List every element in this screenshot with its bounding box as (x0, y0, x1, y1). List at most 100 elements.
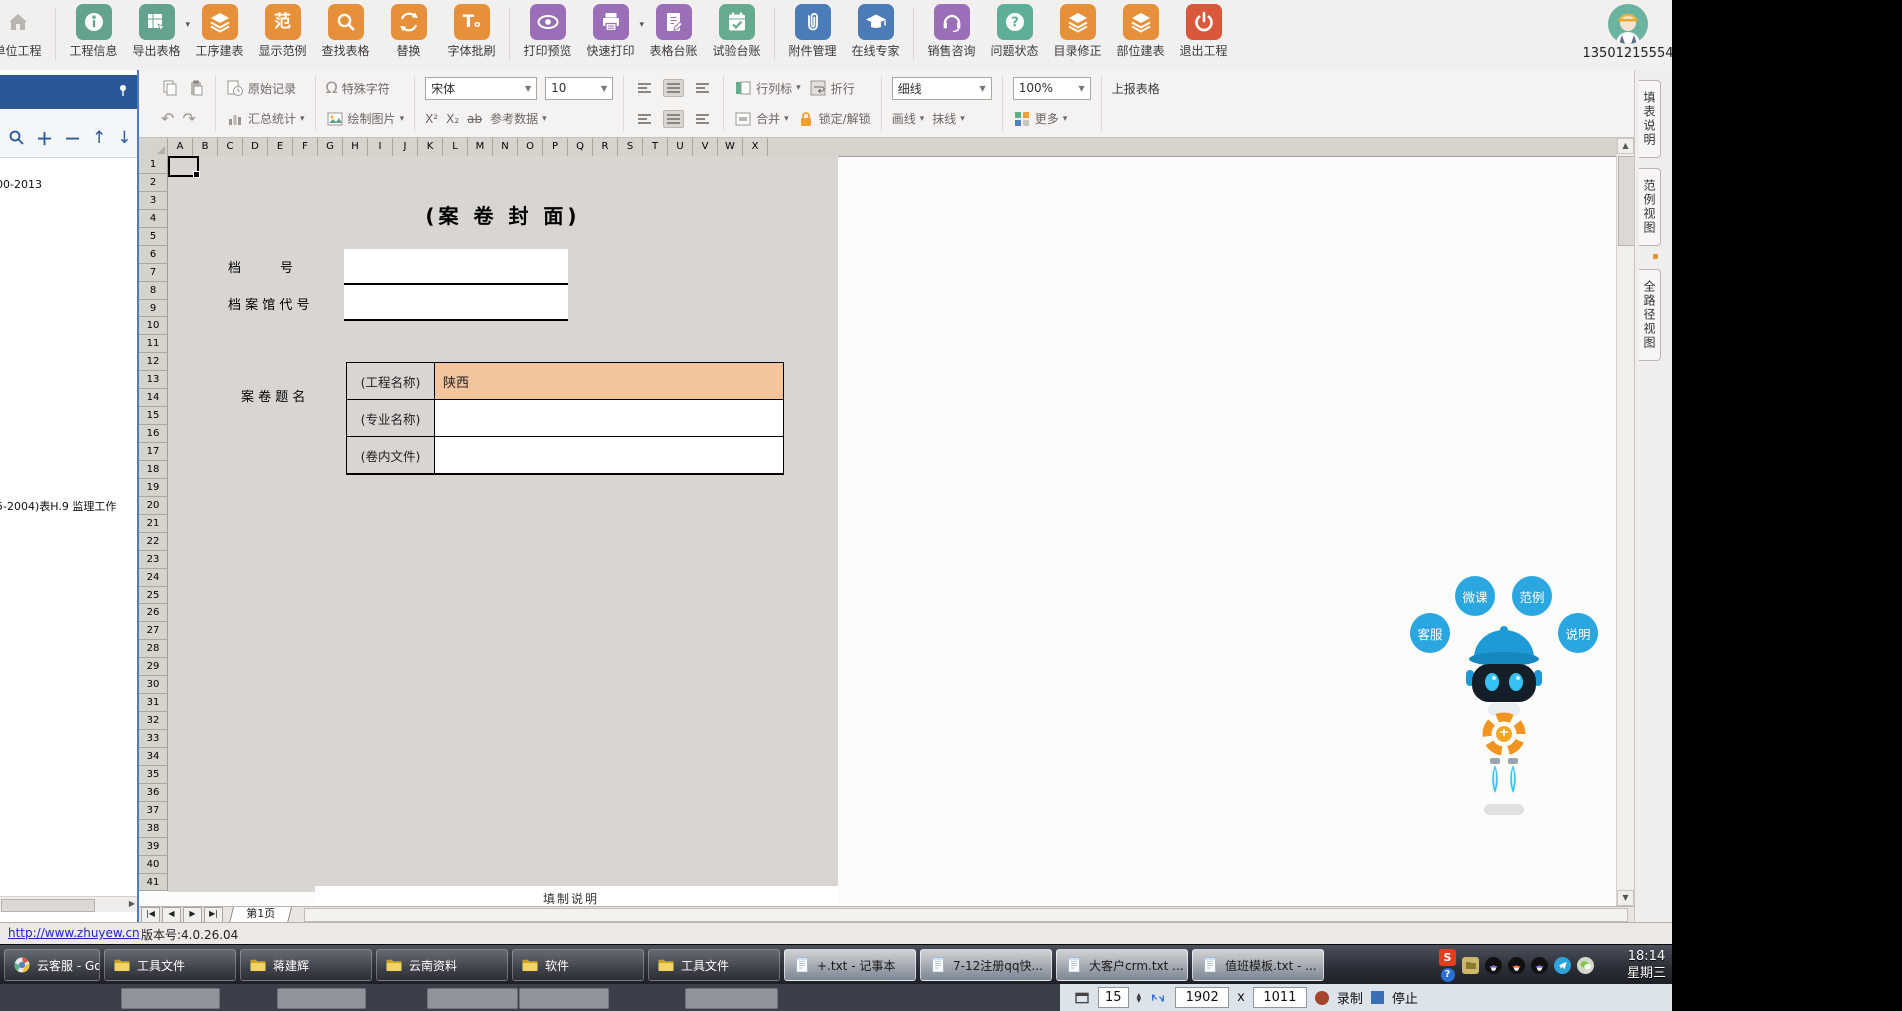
align-left-button[interactable] (634, 110, 655, 128)
row-header-7[interactable]: 7 (139, 264, 168, 282)
row-header-17[interactable]: 17 (139, 443, 168, 461)
column-header-V[interactable]: V (693, 138, 718, 156)
row-headers[interactable]: 1234567891011121314151617181920212223242… (139, 156, 168, 891)
qq-tray-icon[interactable] (1531, 957, 1548, 974)
column-header-O[interactable]: O (518, 138, 543, 156)
pin-icon[interactable] (115, 83, 131, 99)
row-header-30[interactable]: 30 (139, 676, 168, 694)
folder-tray-icon[interactable] (1462, 957, 1479, 974)
inner-files-cell[interactable] (435, 437, 783, 473)
prev-sheet-button[interactable]: ◀ (162, 907, 181, 923)
merge-cells-button[interactable]: 合并▾ (734, 110, 789, 128)
row-header-27[interactable]: 27 (139, 622, 168, 640)
scrollbar-thumb[interactable] (1, 899, 95, 912)
move-down-icon[interactable]: ↓ (117, 128, 131, 148)
quick-print-button[interactable]: 快速打印▾ (579, 4, 642, 59)
row-header-34[interactable]: 34 (139, 748, 168, 766)
taskbar-button[interactable]: 云南资料 (376, 949, 508, 981)
tab-fullpath-view[interactable]: 全路径视图 (1639, 269, 1661, 361)
column-header-T[interactable]: T (643, 138, 668, 156)
font-size-select[interactable]: 10▼ (545, 77, 613, 100)
row-header-20[interactable]: 20 (139, 497, 168, 515)
row-header-26[interactable]: 26 (139, 604, 168, 622)
row-header-32[interactable]: 32 (139, 712, 168, 730)
original-record-button[interactable]: 原始记录 (226, 74, 305, 102)
stop-icon[interactable] (1371, 991, 1384, 1004)
redo-button[interactable]: ↷ (182, 111, 195, 127)
taskbar-button[interactable]: 工具文件 (104, 949, 236, 981)
row-header-3[interactable]: 3 (139, 192, 168, 210)
column-header-K[interactable]: K (418, 138, 443, 156)
bubble-micro-course[interactable]: 微课 (1455, 576, 1495, 616)
row-header-2[interactable]: 2 (139, 174, 168, 192)
row-header-36[interactable]: 36 (139, 784, 168, 802)
column-header-H[interactable]: H (343, 138, 368, 156)
window-thumb[interactable] (519, 988, 609, 1009)
row-header-9[interactable]: 9 (139, 300, 168, 318)
row-header-29[interactable]: 29 (139, 658, 168, 676)
column-header-L[interactable]: L (443, 138, 468, 156)
issue-status-button[interactable]: ?问题状态 (983, 4, 1046, 59)
align-top-button[interactable] (634, 79, 655, 97)
row-header-41[interactable]: 41 (139, 874, 168, 892)
column-header-J[interactable]: J (393, 138, 418, 156)
column-header-U[interactable]: U (668, 138, 693, 156)
taskbar-button[interactable]: 值班模板.txt - ... (1192, 949, 1324, 981)
row-header-22[interactable]: 22 (139, 533, 168, 551)
row-header-6[interactable]: 6 (139, 246, 168, 264)
superscript-button[interactable]: X² (425, 112, 438, 126)
bubble-help[interactable]: 说明 (1558, 613, 1598, 653)
scrollbar-thumb[interactable] (1618, 156, 1634, 246)
collapse-icon[interactable]: － (64, 125, 81, 150)
capture-height[interactable]: 1011 (1253, 987, 1307, 1008)
row-header-40[interactable]: 40 (139, 856, 168, 874)
report-table-button[interactable]: 上报表格 (1112, 80, 1160, 97)
line-style-select[interactable]: 细线▼ (892, 77, 992, 100)
row-header-18[interactable]: 18 (139, 461, 168, 479)
unit-project-button[interactable]: 单位工程 (0, 4, 49, 59)
selected-cell-a1[interactable] (168, 156, 199, 177)
first-sheet-button[interactable]: |◀ (141, 907, 160, 923)
file-number-cell[interactable] (344, 249, 568, 285)
column-header-A[interactable]: A (168, 138, 193, 156)
select-all-corner[interactable] (139, 138, 168, 156)
zoom-select[interactable]: 100%▼ (1013, 77, 1091, 100)
expand-icon[interactable]: ＋ (36, 125, 53, 150)
replace-button[interactable]: 替换 (377, 4, 440, 59)
draw-picture-button[interactable]: 绘制图片▾ (326, 105, 405, 133)
tree-item[interactable]: 00-2013 (0, 178, 42, 191)
column-header-X[interactable]: X (743, 138, 768, 156)
row-header-37[interactable]: 37 (139, 802, 168, 820)
draw-line-button[interactable]: 画线▾ (892, 110, 925, 127)
taskbar-clock[interactable]: 18:14 星期三 (1627, 948, 1666, 982)
sidebar-hscrollbar[interactable]: ▶ (0, 896, 137, 912)
qq-tray-icon[interactable] (1485, 957, 1502, 974)
row-header-11[interactable]: 11 (139, 335, 168, 353)
more-button[interactable]: 更多▾ (1013, 110, 1068, 128)
summary-stats-button[interactable]: 汇总统计▾ (226, 105, 305, 133)
row-header-16[interactable]: 16 (139, 425, 168, 443)
row-header-24[interactable]: 24 (139, 569, 168, 587)
column-header-M[interactable]: M (468, 138, 493, 156)
column-header-I[interactable]: I (368, 138, 393, 156)
catalog-fix-button[interactable]: 目录修正 (1046, 4, 1109, 59)
export-table-button[interactable]: 导出表格▾ (125, 4, 188, 59)
window-thumb[interactable] (685, 988, 778, 1009)
tree-item[interactable]: 5-2004)表H.9 监理工作 (0, 498, 116, 514)
help-tray-icon[interactable]: ? (1441, 968, 1455, 982)
font-family-select[interactable]: 宋体▼ (425, 77, 537, 100)
capture-width[interactable]: 1902 (1175, 987, 1229, 1008)
last-sheet-button[interactable]: ▶| (204, 907, 223, 923)
subscript-button[interactable]: X₂ (446, 112, 459, 126)
window-select-icon[interactable] (1074, 990, 1090, 1006)
column-header-D[interactable]: D (243, 138, 268, 156)
taskbar-button[interactable]: 蒋建辉 (240, 949, 372, 981)
row-col-header-button[interactable]: 行列标▾ (734, 79, 801, 97)
row-header-10[interactable]: 10 (139, 317, 168, 335)
font-brush-button[interactable]: To字体批刷 (440, 4, 503, 59)
taskbar-button[interactable]: 大客户crm.txt ... (1056, 949, 1188, 981)
window-thumb[interactable] (427, 988, 518, 1009)
strikethrough-button[interactable]: ab (467, 112, 482, 126)
show-example-button[interactable]: 范显示范例 (251, 4, 314, 59)
row-header-23[interactable]: 23 (139, 551, 168, 569)
